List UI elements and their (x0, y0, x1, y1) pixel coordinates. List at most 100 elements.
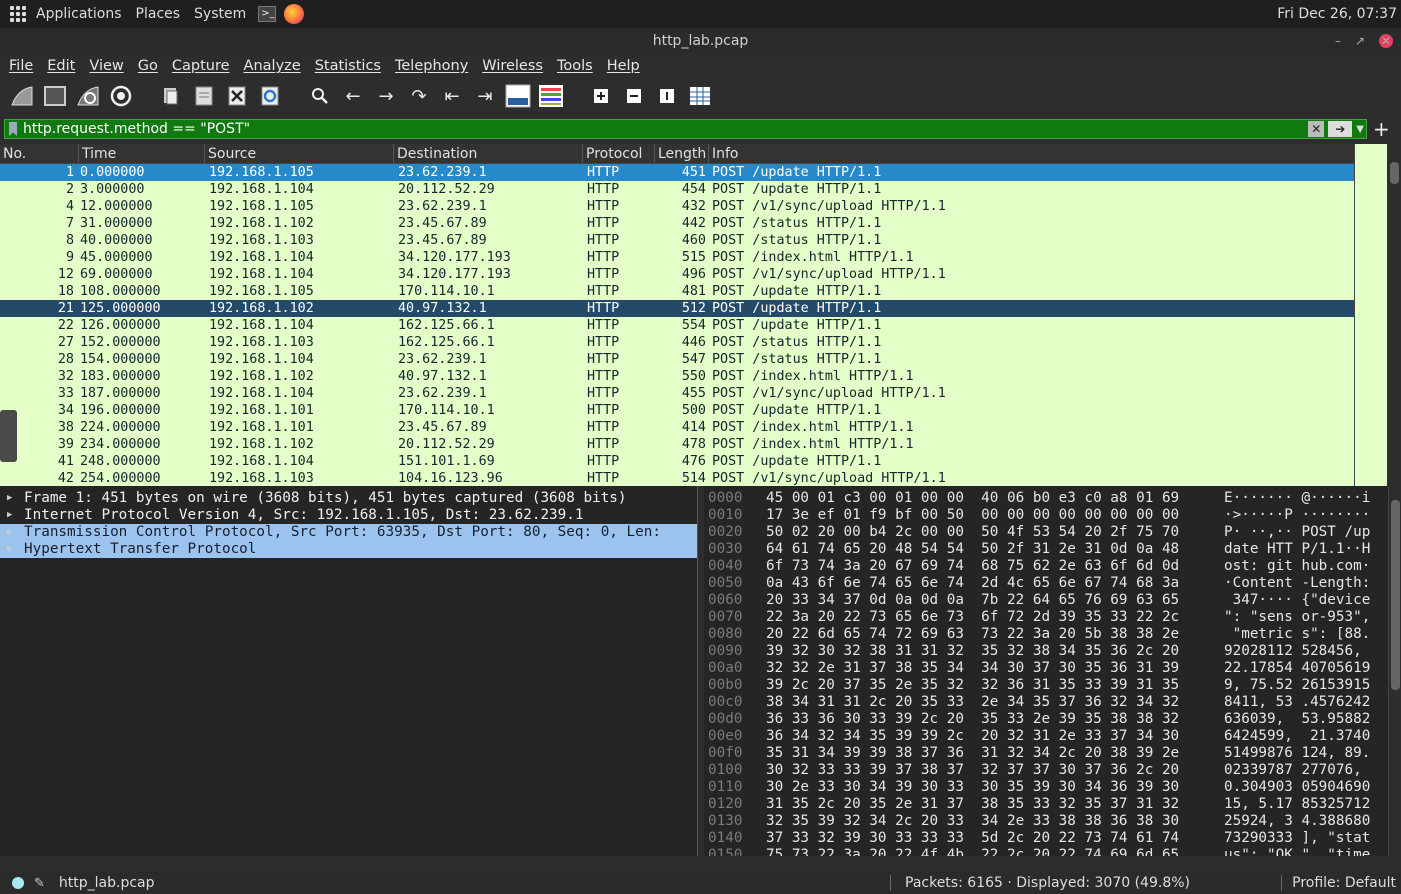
zoom-out-icon[interactable] (620, 82, 648, 110)
menu-statistics[interactable]: Statistics (315, 58, 381, 74)
expand-arrow-icon[interactable]: ▶ (7, 541, 12, 558)
packet-row[interactable]: 28 154.000000 192.168.1.104 23.62.239.1 HTTP… (0, 351, 1354, 368)
normal-size-icon[interactable] (653, 82, 681, 110)
packet-cell-info: POST /v1/sync/upload HTTP/1.1 (712, 386, 946, 401)
last-packet-icon[interactable]: ⇥ (471, 82, 499, 110)
menu-analyze[interactable]: Analyze (244, 58, 301, 74)
packet-row[interactable]: 41 248.000000 192.168.1.104 151.101.1.69 HTT… (0, 453, 1354, 470)
packet-row[interactable]: 1 0.000000 192.168.1.105 23.62.239.1 HTTP 451… (0, 164, 1354, 181)
close-icon[interactable]: ✕ (1379, 34, 1393, 48)
packet-row[interactable]: 8 40.000000 192.168.1.103 23.45.67.89 HTTP 46… (0, 232, 1354, 249)
packet-row[interactable]: 27 152.000000 192.168.1.103 162.125.66.1 HTT… (0, 334, 1354, 351)
bytes-scrollbar[interactable] (1388, 486, 1401, 856)
packet-cell-time: 254.000000 (80, 471, 161, 486)
col-source[interactable]: Source (205, 144, 394, 163)
expand-arrow-icon[interactable]: ▶ (7, 524, 12, 541)
packet-row[interactable]: 39 234.000000 192.168.1.102 20.112.52.29 HTT… (0, 436, 1354, 453)
apply-filter-icon[interactable]: ➔ (1328, 121, 1353, 137)
expert-info-icon[interactable] (12, 877, 24, 889)
colorize-icon[interactable] (537, 82, 565, 110)
detail-tcp[interactable]: ▶ Transmission Control Protocol, Src Port… (0, 524, 697, 541)
go-forward-icon[interactable]: → (372, 82, 400, 110)
scroll-thumb[interactable] (1390, 162, 1399, 184)
menu-telephony[interactable]: Telephony (395, 58, 468, 74)
scroll-thumb[interactable] (1391, 500, 1400, 690)
find-packet-icon[interactable] (306, 82, 334, 110)
autoscroll-icon[interactable] (504, 82, 532, 110)
firefox-icon[interactable] (284, 4, 305, 24)
packet-cell-no: 21 (57, 301, 74, 316)
packet-cell-proto: HTTP (587, 352, 620, 367)
hex-row[interactable]: 0000 45 00 01 c3 00 01 00 00 40 06 b0 e3 … (704, 486, 1388, 506)
capture-comment-icon[interactable]: ✎ (34, 876, 45, 891)
packet-cell-proto: HTTP (587, 318, 620, 333)
capture-options-icon[interactable] (107, 82, 135, 110)
detail-http[interactable]: ▶ Hypertext Transfer Protocol (0, 541, 697, 558)
bytes-hscrollbar[interactable] (704, 856, 1388, 870)
packet-row[interactable]: 32 183.000000 192.168.1.102 40.97.132.1 HTTP… (0, 368, 1354, 385)
resize-columns-icon[interactable] (686, 82, 714, 110)
expand-arrow-icon[interactable]: ▶ (7, 507, 12, 524)
menu-help[interactable]: Help (607, 58, 640, 74)
detail-ipv4[interactable]: ▶ Internet Protocol Version 4, Src: 192.1… (0, 507, 697, 524)
zoom-in-icon[interactable] (587, 82, 615, 110)
first-packet-icon[interactable]: ⇤ (438, 82, 466, 110)
hex-hex: 17 3e ef 01 f9 bf 00 50 00 00 00 00 00 0… (766, 507, 1180, 523)
col-protocol[interactable]: Protocol (583, 144, 655, 163)
filter-history-dropdown-icon[interactable]: ▼ (1356, 124, 1364, 135)
sidebar-drag-handle[interactable] (0, 410, 17, 462)
menu-capture[interactable]: Capture (172, 58, 230, 74)
go-to-packet-icon[interactable]: ↷ (405, 82, 433, 110)
save-file-icon[interactable] (190, 82, 218, 110)
menu-file[interactable]: File (9, 58, 33, 74)
clock[interactable]: Fri Dec 26, 07:37 (1277, 6, 1397, 22)
menu-edit[interactable]: Edit (47, 58, 75, 74)
places-menu[interactable]: Places (136, 6, 181, 22)
restore-icon[interactable]: ↗ (1355, 28, 1365, 54)
applications-menu[interactable]: Applications (10, 6, 122, 22)
profile-selector[interactable]: Profile: Default (1292, 875, 1396, 891)
packet-row[interactable]: 34 196.000000 192.168.1.101 170.114.10.1 HTT… (0, 402, 1354, 419)
details-hscrollbar[interactable] (0, 856, 698, 870)
menu-view[interactable]: View (89, 58, 123, 74)
stop-capture-icon[interactable] (41, 82, 69, 110)
go-back-icon[interactable]: ← (339, 82, 367, 110)
packet-row[interactable]: 12 69.000000 192.168.1.104 34.120.177.193 HT… (0, 266, 1354, 283)
packet-row[interactable]: 7 31.000000 192.168.1.102 23.45.67.89 HTTP 44… (0, 215, 1354, 232)
restart-capture-icon[interactable] (74, 82, 102, 110)
packet-row[interactable]: 18 108.000000 192.168.1.105 170.114.10.1 HTT… (0, 283, 1354, 300)
menu-tools[interactable]: Tools (557, 58, 593, 74)
reload-file-icon[interactable] (256, 82, 284, 110)
packet-list-pane: No. Time Source Destination Protocol Len… (0, 144, 1401, 486)
col-no[interactable]: No. (0, 144, 79, 163)
open-file-icon[interactable] (157, 82, 185, 110)
close-file-icon[interactable] (223, 82, 251, 110)
menu-go[interactable]: Go (138, 58, 158, 74)
system-top-bar: Applications Places System >_ Fri Dec 26… (0, 0, 1401, 28)
bookmark-icon[interactable] (9, 122, 17, 136)
packet-row[interactable]: 22 126.000000 192.168.1.104 162.125.66.1 HTT… (0, 317, 1354, 334)
packet-row[interactable]: 33 187.000000 192.168.1.104 23.62.239.1 HTTP… (0, 385, 1354, 402)
clear-filter-icon[interactable]: ✕ (1308, 121, 1325, 137)
col-time[interactable]: Time (79, 144, 205, 163)
expand-arrow-icon[interactable]: ▶ (7, 490, 12, 507)
display-filter-input[interactable]: http.request.method == "POST" ✕ ➔ ▼ (4, 119, 1367, 139)
menu-wireless[interactable]: Wireless (482, 58, 543, 74)
start-capture-fin-icon[interactable] (8, 82, 36, 110)
add-filter-button-icon[interactable]: + (1373, 117, 1390, 141)
status-divider (1281, 875, 1282, 891)
system-menu[interactable]: System (194, 6, 246, 22)
packet-row[interactable]: 21 125.000000 192.168.1.102 40.97.132.1 HTTP… (0, 300, 1354, 317)
col-info[interactable]: Info (709, 144, 1401, 163)
packet-row[interactable]: 4 12.000000 192.168.1.105 23.62.239.1 HTTP 43… (0, 198, 1354, 215)
col-length[interactable]: Length (655, 144, 709, 163)
detail-frame[interactable]: ▶ Frame 1: 451 bytes on wire (3608 bits),… (0, 490, 697, 507)
packet-row[interactable]: 42 254.000000 192.168.1.103 104.16.123.96 HT… (0, 470, 1354, 486)
terminal-icon[interactable]: >_ (258, 6, 277, 22)
packet-list-scrollbar[interactable] (1354, 144, 1401, 486)
col-destination[interactable]: Destination (394, 144, 583, 163)
packet-row[interactable]: 2 3.000000 192.168.1.104 20.112.52.29 HTTP 45… (0, 181, 1354, 198)
packet-row[interactable]: 38 224.000000 192.168.1.101 23.45.67.89 HTTP… (0, 419, 1354, 436)
minimize-icon[interactable]: – (1335, 28, 1341, 54)
packet-row[interactable]: 9 45.000000 192.168.1.104 34.120.177.193 HTT… (0, 249, 1354, 266)
